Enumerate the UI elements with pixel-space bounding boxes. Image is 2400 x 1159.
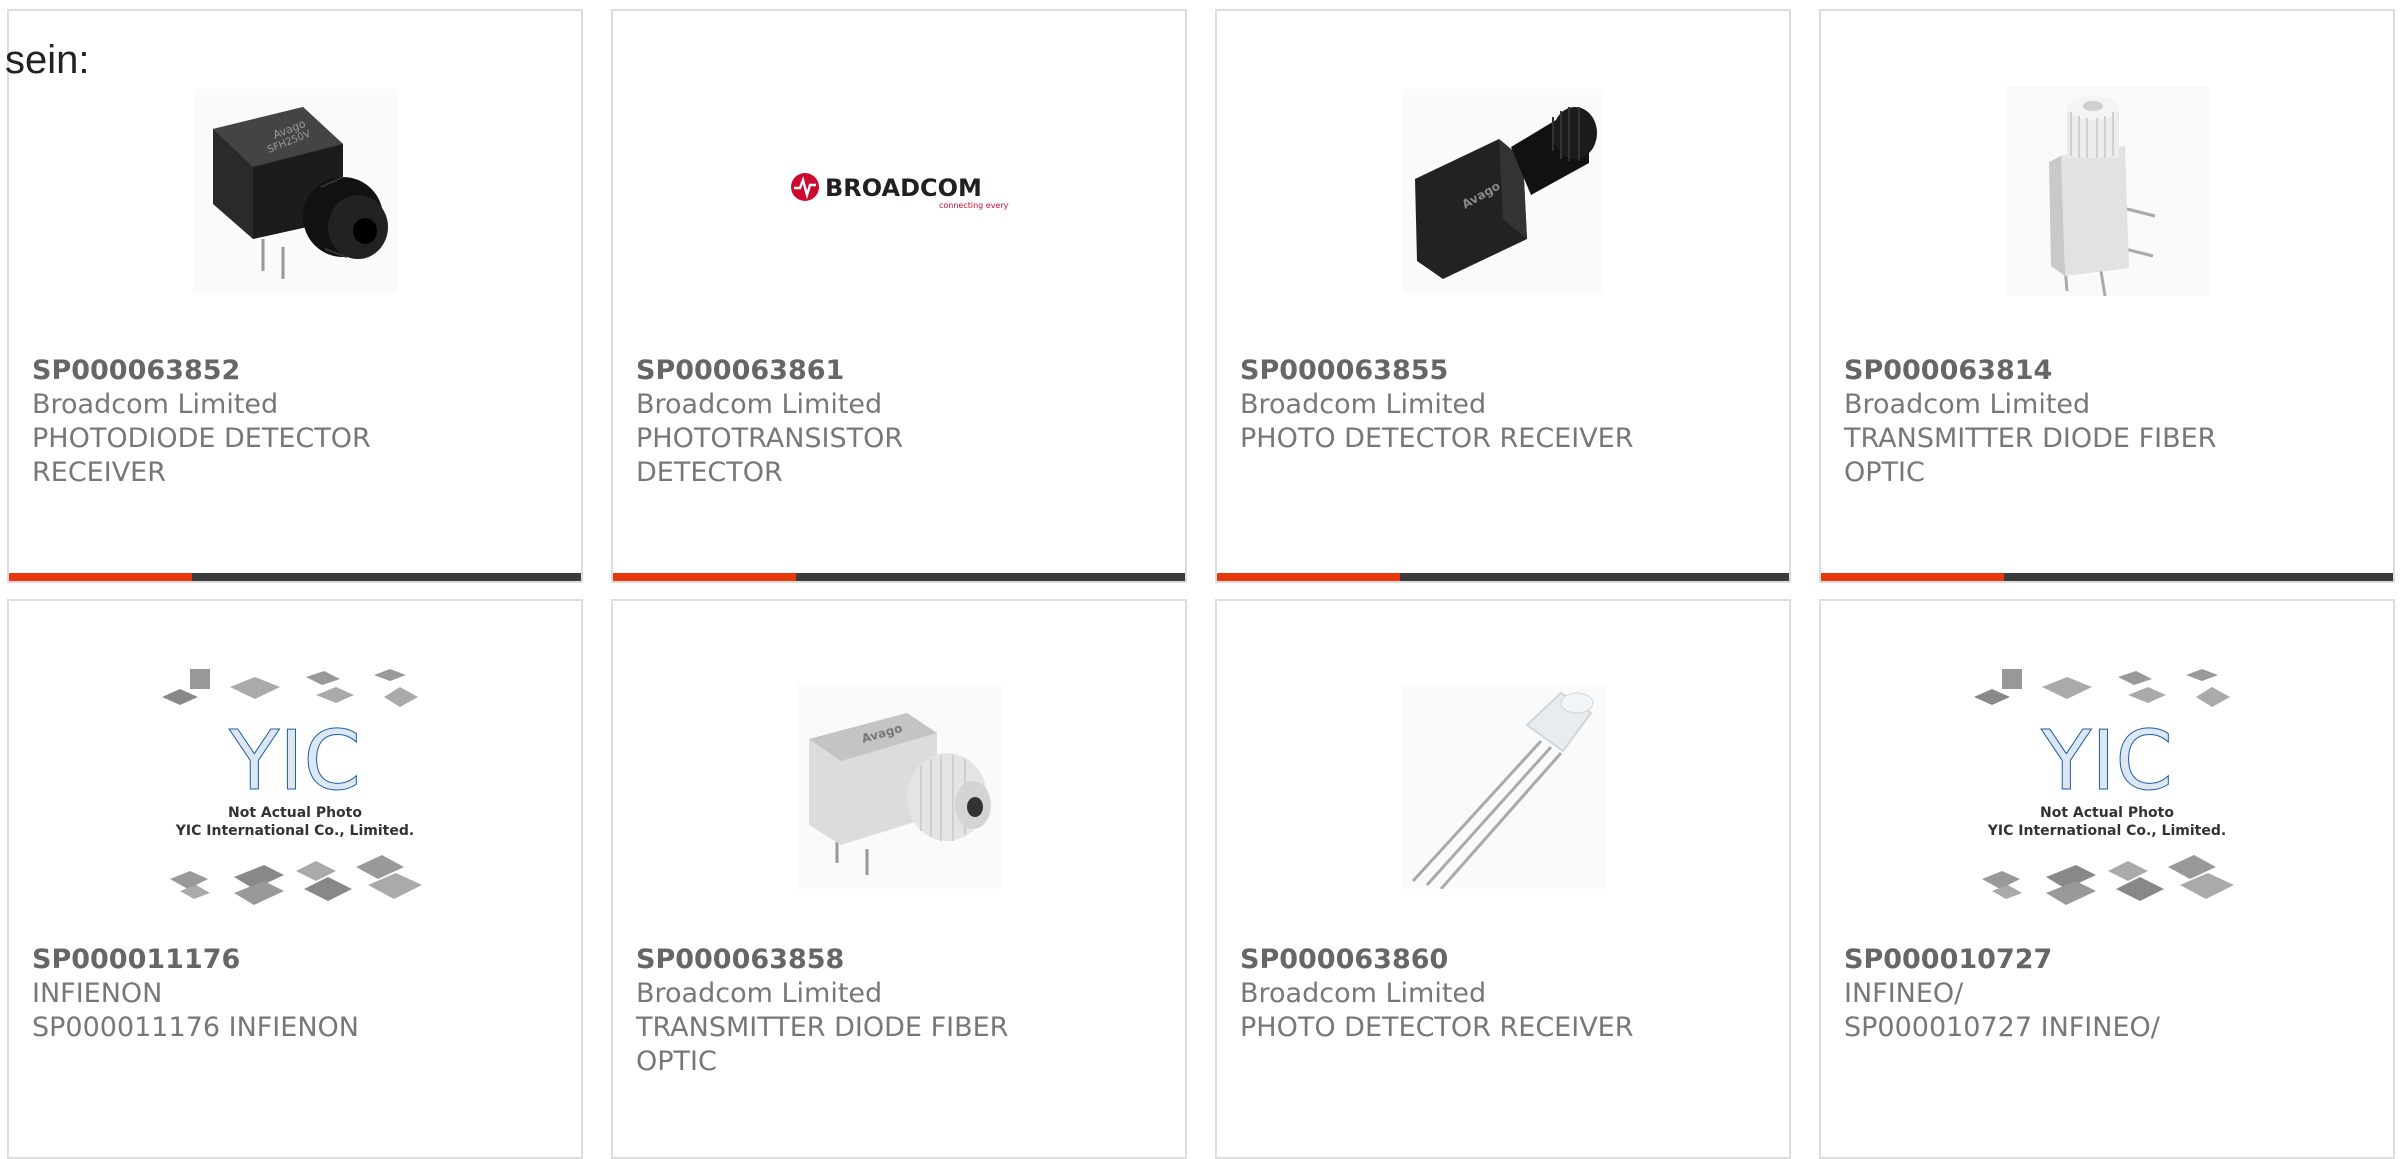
svg-text:YIC International Co., Limited: YIC International Co., Limited. (175, 823, 414, 839)
part-number[interactable]: SP000063860 (1240, 943, 1448, 977)
card-bar-accent (1217, 573, 1400, 581)
card-bar-accent (613, 573, 796, 581)
product-image[interactable]: YIC Not Actual Photo YIC International C… (1821, 667, 2393, 907)
description: PHOTOTRANSISTOR DETECTOR (636, 423, 904, 488)
manufacturer: Broadcom Limited (636, 978, 883, 1009)
description: SP000011176 INFIENON (32, 1012, 359, 1043)
product-image[interactable]: Avago SFH250V (9, 71, 581, 311)
manufacturer: Broadcom Limited (32, 389, 279, 420)
svg-text:Not Actual Photo: Not Actual Photo (2040, 805, 2174, 821)
product-card[interactable]: Avago SP000063855 Broadcom Limited PHOTO… (1215, 9, 1791, 583)
description: SP000010727 INFINEO/ (1844, 1012, 2160, 1043)
product-card[interactable]: Avago SFH250V SP000063852 Broadcom Limit… (7, 9, 583, 583)
not-actual-photo-placeholder: YIC Not Actual Photo YIC International C… (1974, 669, 2234, 905)
svg-text:YIC International Co., Limited: YIC International Co., Limited. (1987, 823, 2226, 839)
product-card[interactable]: BROADCOM connecting everything SP0000638… (611, 9, 1187, 583)
product-card[interactable]: Avago SP000063858 Broadcom Limited TRANS… (611, 599, 1187, 1159)
product-image[interactable] (1821, 71, 2393, 311)
part-number[interactable]: SP000011176 (32, 943, 240, 977)
product-card[interactable]: SP000063814 Broadcom Limited TRANSMITTER… (1819, 9, 2395, 583)
manufacturer: Broadcom Limited (1240, 389, 1487, 420)
product-image[interactable]: Avago (613, 667, 1185, 907)
product-card[interactable]: SP000063860 Broadcom Limited PHOTO DETEC… (1215, 599, 1791, 1159)
part-number[interactable]: SP000063861 (636, 354, 844, 388)
description: PHOTODIODE DETECTOR RECEIVER (32, 423, 371, 488)
part-number[interactable]: SP000063852 (32, 354, 240, 388)
product-photo-receiver: Avago SFH250V (193, 89, 397, 293)
manufacturer: Broadcom Limited (636, 389, 883, 420)
product-image[interactable]: Avago (1217, 71, 1789, 311)
svg-text:Not Actual Photo: Not Actual Photo (228, 805, 362, 821)
part-number[interactable]: SP000063858 (636, 943, 844, 977)
product-photo-clear-led (1401, 685, 1605, 889)
manufacturer: INFIENON (32, 978, 163, 1009)
description: PHOTO DETECTOR RECEIVER (1240, 1012, 1634, 1043)
svg-text:YIC: YIC (228, 714, 361, 809)
manufacturer: INFINEO/ (1844, 978, 1964, 1009)
product-photo-transmitter-grey: Avago (797, 685, 1001, 889)
product-photo-transmitter-white (2005, 86, 2209, 296)
description: PHOTO DETECTOR RECEIVER (1240, 423, 1634, 454)
product-image[interactable] (1217, 667, 1789, 907)
card-bar (1217, 573, 1789, 581)
part-number[interactable]: SP000010727 (1844, 943, 2052, 977)
lead-text: sein: (5, 38, 90, 82)
svg-text:BROADCOM: BROADCOM (825, 174, 982, 202)
product-card[interactable]: YIC Not Actual Photo YIC International C… (1819, 599, 2395, 1159)
card-bar-accent (1821, 573, 2004, 581)
manufacturer: Broadcom Limited (1240, 978, 1487, 1009)
not-actual-photo-placeholder: YIC Not Actual Photo YIC International C… (162, 669, 422, 905)
product-photo-detector: Avago (1403, 89, 1603, 293)
svg-text:YIC: YIC (2040, 714, 2173, 809)
product-image[interactable]: YIC Not Actual Photo YIC International C… (9, 667, 581, 907)
description: TRANSMITTER DIODE FIBER OPTIC (636, 1012, 1009, 1077)
product-card[interactable]: YIC Not Actual Photo YIC International C… (7, 599, 583, 1159)
card-bar (1821, 573, 2393, 581)
product-image[interactable]: BROADCOM connecting everything (613, 71, 1185, 311)
card-bar (613, 573, 1185, 581)
card-bar-accent (9, 573, 192, 581)
svg-text:connecting everything: connecting everything (939, 201, 1009, 210)
card-bar (9, 573, 581, 581)
part-number[interactable]: SP000063814 (1844, 354, 2052, 388)
part-number[interactable]: SP000063855 (1240, 354, 1448, 388)
manufacturer: Broadcom Limited (1844, 389, 2091, 420)
broadcom-logo: BROADCOM connecting everything (791, 173, 1009, 210)
description: TRANSMITTER DIODE FIBER OPTIC (1844, 423, 2217, 488)
